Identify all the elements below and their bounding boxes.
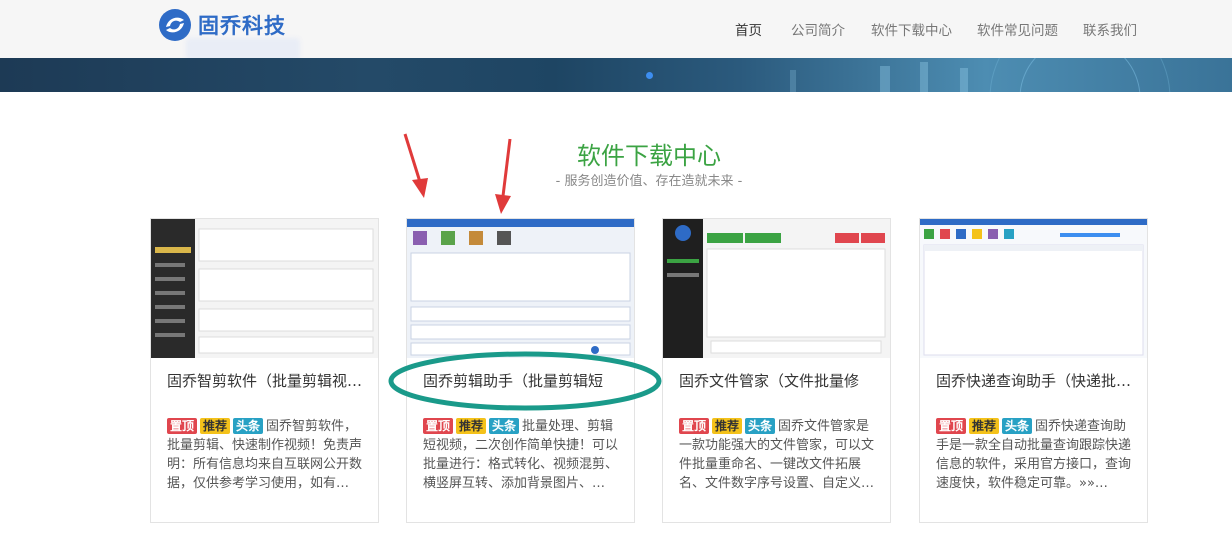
- card-description: 置顶 推荐 头条 固乔文件管家是一款功能强大的文件管家，可以文件批量重命名、一键改文件…: [679, 417, 879, 493]
- page-root: { "brand": { "name": "固乔科技" }, "nav": { …: [0, 0, 1232, 548]
- product-screenshot[interactable]: [407, 219, 634, 358]
- brand-name: 固乔科技: [198, 14, 286, 38]
- tag-recommend: 推荐: [969, 418, 1000, 434]
- app-preview-image: [407, 219, 634, 358]
- app-preview-image: [920, 219, 1147, 358]
- nav-item-faq[interactable]: 软件常见问题: [977, 19, 1058, 39]
- brand-logo[interactable]: 固乔科技: [158, 8, 286, 42]
- card-title[interactable]: 固乔智剪软件（批量剪辑视…: [167, 371, 367, 411]
- section-subtitle: - 服务创造价值、存在造就未来 -: [555, 174, 743, 189]
- card-title[interactable]: 固乔文件管家（文件批量修: [679, 371, 879, 411]
- app-preview-image: [663, 219, 890, 358]
- site-header: 固乔科技 首页 公司简介 软件下载中心 软件常见问题 联系我们: [0, 0, 1232, 60]
- card-description: 置顶 推荐 头条 固乔快递查询助手是一款全自动批量查询跟踪快递信息的软件，采用官方接口…: [936, 417, 1136, 493]
- app-preview-image: [151, 219, 378, 358]
- tag-headline: 头条: [745, 418, 776, 434]
- card-title[interactable]: 固乔剪辑助手（批量剪辑短: [423, 371, 623, 411]
- product-card[interactable]: 固乔智剪软件（批量剪辑视… 置顶 推荐 头条 固乔智剪软件，批量剪辑、快速制作视频！免…: [150, 218, 379, 523]
- tag-recommend: 推荐: [200, 418, 231, 434]
- brand-tagline-blurred: [186, 38, 300, 60]
- logo-icon: [159, 9, 191, 41]
- tag-headline: 头条: [489, 418, 520, 434]
- product-screenshot[interactable]: [920, 219, 1147, 358]
- card-description: 置顶 推荐 头条 固乔智剪软件，批量剪辑、快速制作视频！免责声明：所有信息均来自互联网…: [167, 417, 367, 493]
- banner-decoration: [790, 58, 1171, 92]
- hero-banner: [0, 58, 1232, 92]
- product-card[interactable]: 固乔文件管家（文件批量修 置顶 推荐 头条 固乔文件管家是一款功能强大的文件管家，可以…: [662, 218, 891, 523]
- tag-recommend: 推荐: [456, 418, 487, 434]
- card-description: 置顶 推荐 头条 批量处理、剪辑短视频，二次创作简单快捷！可以批量进行：格式转化、视频…: [423, 417, 623, 493]
- card-title[interactable]: 固乔快递查询助手（快递批…: [936, 371, 1136, 411]
- product-screenshot[interactable]: [151, 219, 378, 358]
- tag-top: 置顶: [679, 418, 710, 434]
- tag-top: 置顶: [423, 418, 454, 434]
- product-screenshot[interactable]: [663, 219, 890, 358]
- nav-item-home[interactable]: 首页: [735, 19, 762, 39]
- product-card[interactable]: 固乔剪辑助手（批量剪辑短 置顶 推荐 头条 批量处理、剪辑短视频，二次创作简单快捷！可…: [406, 218, 635, 523]
- tag-headline: 头条: [233, 418, 264, 434]
- tag-headline: 头条: [1002, 418, 1033, 434]
- nav-item-downloads[interactable]: 软件下载中心: [871, 19, 952, 39]
- tag-recommend: 推荐: [712, 418, 743, 434]
- nav-item-contact[interactable]: 联系我们: [1083, 19, 1137, 39]
- tag-top: 置顶: [936, 418, 967, 434]
- product-card[interactable]: 固乔快递查询助手（快递批… 置顶 推荐 头条 固乔快递查询助手是一款全自动批量查询跟踪…: [919, 218, 1148, 523]
- carousel-indicator[interactable]: [646, 72, 653, 79]
- tag-top: 置顶: [167, 418, 198, 434]
- nav-item-about[interactable]: 公司简介: [791, 19, 845, 39]
- section-title: 软件下载中心: [577, 142, 721, 170]
